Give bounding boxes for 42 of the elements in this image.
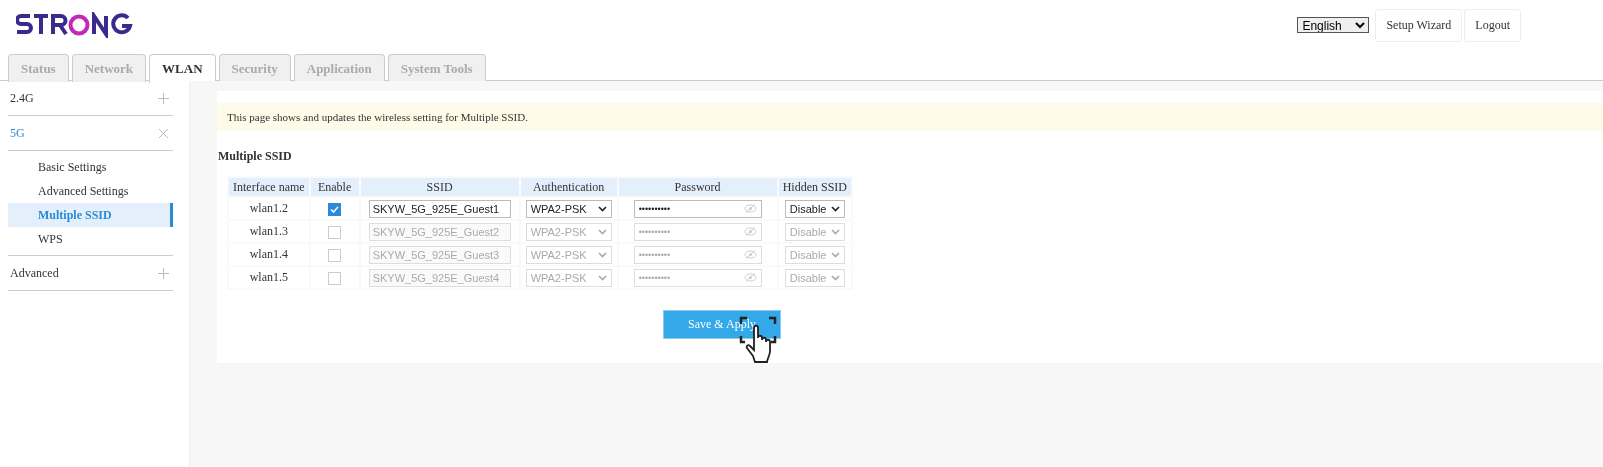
sidebar-group[interactable]: 2.4G xyxy=(8,81,173,116)
section-title: Multiple SSID xyxy=(217,149,293,164)
column-header: Authentication xyxy=(520,178,617,196)
auth-select[interactable]: WPA2-PSK xyxy=(525,222,612,241)
column-header: Interface name xyxy=(229,178,309,196)
sidebar-item[interactable]: Advanced Settings xyxy=(8,179,173,203)
tab[interactable]: Status xyxy=(8,54,69,82)
sidebar-item[interactable]: Multiple SSID xyxy=(8,203,173,227)
tab[interactable]: System Tools xyxy=(387,54,486,82)
tab[interactable]: Application xyxy=(293,54,385,82)
tab[interactable]: Security xyxy=(218,54,291,82)
save-apply-button[interactable]: Save & Apply xyxy=(663,310,781,339)
table-cell: wlan1.2 xyxy=(229,198,309,219)
column-header: Password xyxy=(618,178,777,196)
ssid-field[interactable]: SKYW_5G_925E_Guest1 xyxy=(368,199,511,218)
hidden-ssid-select[interactable]: Disable xyxy=(784,245,845,264)
language-select[interactable]: English xyxy=(1297,17,1370,33)
sidebar-item[interactable]: Basic Settings xyxy=(8,155,173,179)
header-button[interactable]: Setup Wizard xyxy=(1375,8,1463,42)
table-cell: wlan1.3 xyxy=(229,221,309,242)
sidebar-item[interactable]: WPS xyxy=(8,227,173,251)
column-header: SSID xyxy=(360,178,519,196)
hidden-ssid-select[interactable]: Disable xyxy=(784,268,845,287)
password-field[interactable]: •••••••••• xyxy=(633,199,762,218)
auth-select[interactable]: WPA2-PSK xyxy=(525,199,612,218)
tab[interactable]: Network xyxy=(71,54,147,82)
auth-select[interactable]: WPA2-PSK xyxy=(525,245,612,264)
password-field[interactable]: •••••••••• xyxy=(633,222,762,241)
auth-select[interactable]: WPA2-PSK xyxy=(525,268,612,287)
hidden-ssid-select[interactable]: Disable xyxy=(784,222,845,241)
password-field[interactable]: •••••••••• xyxy=(633,245,762,264)
sidebar-group[interactable]: 5G xyxy=(8,116,173,151)
sidebar-group[interactable]: Advanced xyxy=(8,256,173,291)
table-cell: wlan1.5 xyxy=(229,267,309,288)
hidden-ssid-select[interactable]: Disable xyxy=(784,199,845,218)
table-cell: wlan1.4 xyxy=(229,244,309,265)
password-field[interactable]: •••••••••• xyxy=(633,268,762,287)
info-banner: This page shows and updates the wireless setting for Multiple SSID. xyxy=(217,103,1603,131)
header-button[interactable]: Logout xyxy=(1464,8,1521,42)
tab[interactable]: WLAN xyxy=(149,54,216,83)
column-header: Enable xyxy=(310,178,359,196)
column-header: Hidden SSID xyxy=(778,178,851,196)
